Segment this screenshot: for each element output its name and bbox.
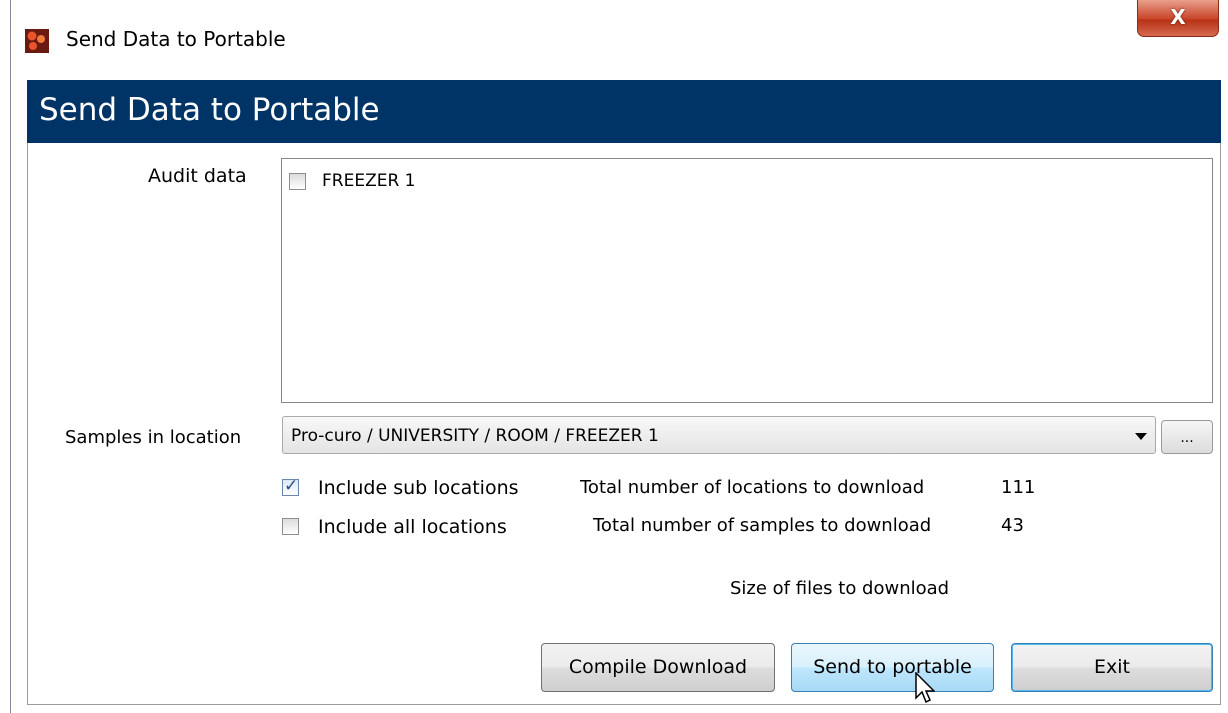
page-header: Send Data to Portable bbox=[27, 80, 1221, 143]
audit-item-checkbox[interactable] bbox=[289, 173, 306, 190]
browse-location-button[interactable]: ... bbox=[1161, 420, 1213, 454]
location-select[interactable]: Pro-curo / UNIVERSITY / ROOM / FREEZER 1 bbox=[282, 416, 1156, 454]
total-samples-label: Total number of samples to download bbox=[593, 515, 932, 536]
checkmark-icon: ✓ bbox=[284, 476, 299, 496]
total-locations-value: 111 bbox=[1001, 477, 1036, 498]
include-all-locations-checkbox[interactable] bbox=[282, 518, 299, 535]
chevron-down-icon bbox=[1135, 433, 1147, 440]
send-data-dialog: Send Data to Portable X Send Data to Por… bbox=[10, 0, 1228, 713]
include-sub-locations-label[interactable]: Include sub locations bbox=[318, 477, 519, 499]
page-title: Send Data to Portable bbox=[39, 92, 380, 128]
send-to-portable-button[interactable]: Send to portable bbox=[791, 643, 994, 692]
exit-button[interactable]: Exit bbox=[1011, 643, 1213, 692]
title-bar[interactable]: Send Data to Portable X bbox=[11, 0, 1228, 78]
include-sub-locations-checkbox[interactable]: ✓ bbox=[282, 476, 299, 496]
location-select-value: Pro-curo / UNIVERSITY / ROOM / FREEZER 1 bbox=[291, 426, 659, 446]
close-icon: X bbox=[1170, 5, 1186, 29]
audit-data-label: Audit data bbox=[148, 165, 247, 187]
audit-data-list[interactable]: FREEZER 1 bbox=[281, 158, 1213, 403]
close-button[interactable]: X bbox=[1137, 0, 1219, 37]
mouse-cursor-icon bbox=[915, 672, 935, 704]
file-size-label: Size of files to download bbox=[730, 578, 950, 599]
audit-item-label: FREEZER 1 bbox=[322, 171, 416, 191]
app-logo-icon bbox=[25, 29, 49, 53]
include-all-locations-label[interactable]: Include all locations bbox=[318, 516, 507, 538]
total-samples-value: 43 bbox=[1001, 515, 1024, 536]
samples-in-location-label: Samples in location bbox=[65, 427, 242, 448]
total-locations-label: Total number of locations to download bbox=[580, 477, 925, 498]
window-title: Send Data to Portable bbox=[66, 27, 286, 51]
compile-download-button[interactable]: Compile Download bbox=[541, 643, 775, 692]
